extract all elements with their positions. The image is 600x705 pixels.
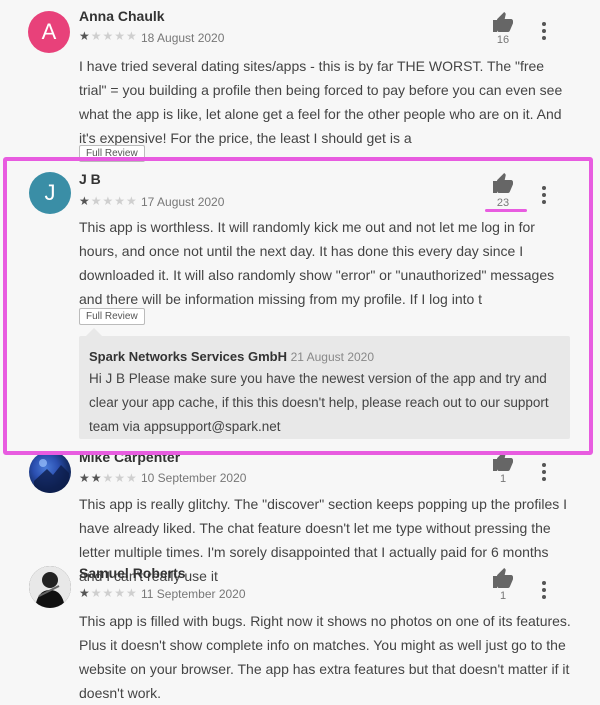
- star-rating: ★★★★★: [79, 194, 138, 208]
- review-item: Mike Carpenter ★★★★★ 10 September 2020 1…: [0, 445, 600, 584]
- avatar-photo: [29, 566, 71, 608]
- helpful-count: 1: [499, 590, 507, 602]
- star-rating: ★★★★★: [79, 586, 138, 600]
- helpful-count: 1: [499, 473, 507, 485]
- thumbs-up-icon[interactable]: [490, 172, 516, 196]
- thumbs-up-icon[interactable]: [490, 567, 516, 591]
- reviewer-name: Mike Carpenter: [79, 449, 181, 465]
- helpful-count: 16: [496, 34, 510, 46]
- review-item: Samuel Roberts ★★★★★ 11 September 2020 1…: [0, 560, 600, 701]
- review-item: A Anna Chaulk ★★★★★ 18 August 2020 16 I …: [0, 0, 600, 162]
- more-options-icon[interactable]: [541, 22, 547, 42]
- review-date: 17 August 2020: [141, 195, 225, 209]
- thumbs-up-icon[interactable]: [490, 11, 516, 35]
- avatar: [29, 566, 71, 608]
- review-text: This app is worthless. It will randomly …: [79, 219, 555, 307]
- avatar: [29, 451, 71, 493]
- star-rating: ★★★★★: [79, 471, 138, 485]
- thumbs-up-icon[interactable]: [490, 450, 516, 474]
- star-rating: ★★★★★: [79, 29, 138, 43]
- more-options-icon[interactable]: [541, 581, 547, 601]
- full-review-button[interactable]: Full Review: [79, 308, 145, 325]
- avatar: J: [29, 172, 71, 214]
- helpful-count: 23: [496, 197, 510, 209]
- more-options-icon[interactable]: [541, 463, 547, 483]
- review-item: J J B ★★★★★ 17 August 2020 23 This app i…: [0, 160, 600, 455]
- review-date: 18 August 2020: [141, 31, 225, 45]
- review-date: 10 September 2020: [141, 471, 247, 485]
- reviewer-name: Samuel Roberts: [79, 565, 186, 581]
- reply-text: Hi J B Please make sure you have the new…: [89, 371, 549, 434]
- reply-pointer: [86, 328, 102, 336]
- developer-name: Spark Networks Services GmbH 21 August 2…: [89, 349, 375, 364]
- review-text: This app is filled with bugs. Right now …: [79, 613, 571, 701]
- reviewer-name: J B: [79, 171, 101, 187]
- reviewer-name: Anna Chaulk: [79, 8, 165, 24]
- avatar: A: [28, 11, 70, 53]
- review-text: I have tried several dating sites/apps -…: [79, 58, 563, 146]
- developer-reply: Spark Networks Services GmbH 21 August 2…: [79, 336, 570, 439]
- review-date: 11 September 2020: [141, 587, 246, 601]
- reply-date: 21 August 2020: [290, 350, 375, 364]
- underline-annotation: [485, 209, 527, 212]
- avatar-photo: [34, 459, 69, 493]
- more-options-icon[interactable]: [541, 186, 547, 206]
